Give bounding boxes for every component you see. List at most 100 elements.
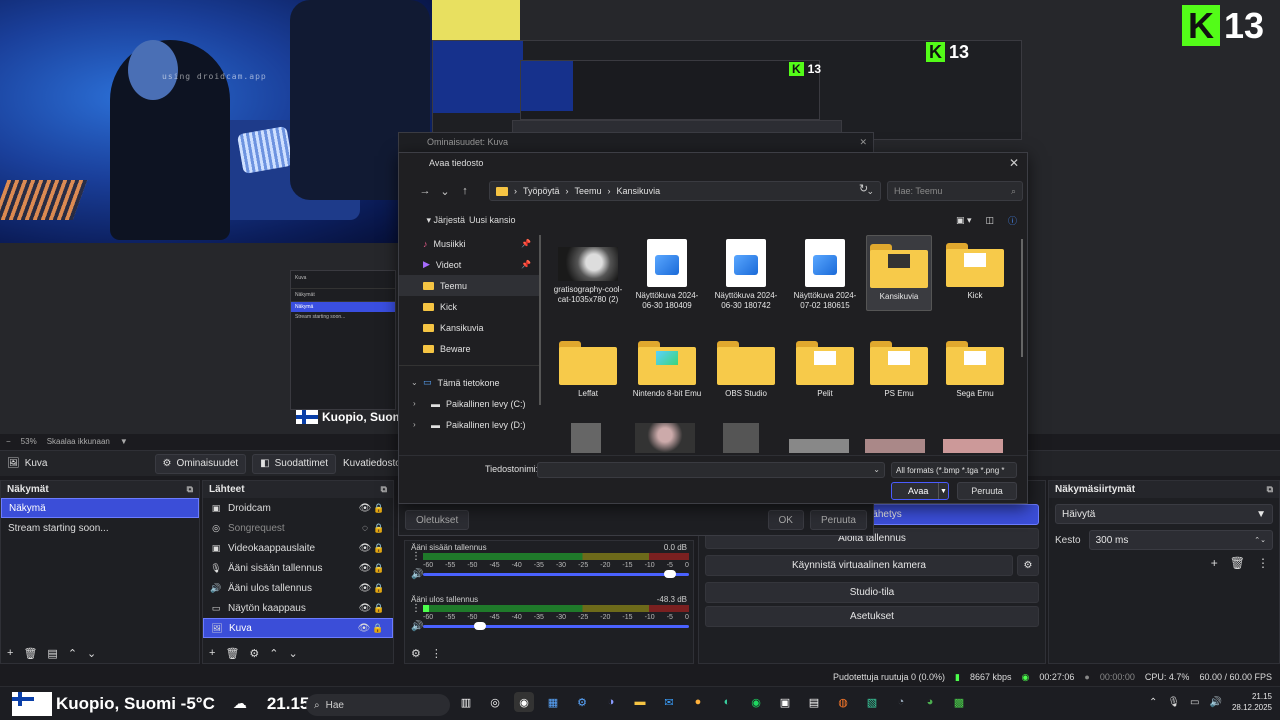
steam-icon[interactable]: ◔ (891, 692, 911, 712)
cancel-button[interactable]: Peruuta (957, 482, 1017, 500)
calculator-icon[interactable]: ▦ (543, 692, 563, 712)
gear-icon[interactable]: ⚙ (411, 647, 421, 660)
more-icon[interactable]: ⋮ (1257, 556, 1269, 570)
file-item[interactable]: Näyttökuva 2024-06-30 180409 (634, 235, 700, 311)
sidebar-item-kansikuvia[interactable]: Kansikuvia (399, 317, 541, 338)
eye-icon[interactable]: 👁 (358, 563, 372, 574)
lock-icon[interactable]: 🔒 (372, 583, 386, 594)
chevron-up-icon[interactable]: ⌃ (269, 647, 278, 660)
chevron-right-icon[interactable]: › (413, 420, 416, 429)
new-folder-button[interactable]: Uusi kansio (469, 215, 516, 225)
undock-icon[interactable]: ⧉ (1267, 484, 1273, 495)
source-item[interactable]: 🖼 Kuva 👁 🔒 (203, 618, 393, 638)
close-icon[interactable]: ✕ (1009, 156, 1019, 170)
chrome-icon[interactable]: ◕ (920, 692, 940, 712)
undock-icon[interactable]: ⧉ (187, 484, 193, 495)
folder-item[interactable]: Leffat (555, 333, 621, 409)
chevron-down-icon[interactable]: ⌄ (435, 185, 455, 198)
trash-icon[interactable]: 🗑 (225, 647, 239, 660)
sidebar-item-this-pc[interactable]: ⌄ ▭ Tämä tietokone (399, 372, 541, 393)
sidebar-item-drive-c[interactable]: › ▬ Paikallinen levy (C:) (399, 393, 541, 414)
edge-icon[interactable]: ◐ (717, 692, 737, 712)
sidebar-item-music[interactable]: ♪ Musiikki 📌 (399, 233, 541, 254)
ok-button[interactable]: OK (767, 510, 804, 530)
app-icon[interactable]: ▩ (949, 692, 969, 712)
chevron-up-icon[interactable]: ⌃ (68, 647, 77, 660)
add-icon[interactable]: + (7, 647, 13, 659)
mic-icon[interactable]: 🎙 (1167, 697, 1180, 708)
view-icon[interactable]: ▣ ▾ (956, 215, 972, 226)
network-icon[interactable]: ▭ (1190, 697, 1199, 708)
file-explorer-icon[interactable]: ▬ (630, 692, 650, 712)
app-icon[interactable]: ▧ (862, 692, 882, 712)
chevron-down-icon[interactable]: ⌄ (411, 378, 418, 387)
file-item[interactable]: Näyttökuva 2024-07-02 180615 (792, 235, 858, 311)
photo-thumbnail[interactable] (865, 439, 925, 453)
sidebar-item-drive-d[interactable]: › ▬ Paikallinen levy (D:) (399, 414, 541, 435)
folder-item[interactable]: OBS Studio (713, 333, 779, 409)
folder-item[interactable]: Sega Emu (942, 333, 1008, 409)
refresh-icon[interactable]: ↻ (859, 182, 868, 195)
sidebar-item-teemu[interactable]: Teemu (399, 275, 541, 296)
app-icon[interactable]: ◎ (485, 692, 505, 712)
chevron-down-icon[interactable]: ⌄ (289, 647, 298, 660)
sidebar-item-kick[interactable]: Kick (399, 296, 541, 317)
chevron-down-icon[interactable]: ▼ (120, 437, 128, 446)
app-icon[interactable]: ▣ (775, 692, 795, 712)
lock-icon[interactable]: 🔒 (371, 623, 385, 634)
weather-widget[interactable]: Kuopio, Suomi -5°C ☁ 21.15 (0, 691, 309, 716)
lock-icon[interactable]: 🔒 (372, 603, 386, 614)
photo-thumbnail[interactable] (943, 439, 1003, 453)
speaker-icon[interactable]: 🔊 (411, 621, 423, 632)
photo-thumbnail[interactable] (723, 423, 759, 453)
eye-icon[interactable]: 👁 (358, 503, 372, 514)
virtual-camera-button[interactable]: Käynnistä virtuaalinen kamera (705, 555, 1013, 576)
chevron-down-icon[interactable]: ⌄ (87, 647, 96, 660)
obs-icon[interactable]: ◉ (514, 692, 534, 712)
filename-input[interactable]: ⌄ (537, 462, 885, 478)
search-input[interactable]: Hae: Teemu ⌕ (887, 181, 1023, 201)
file-type-select[interactable]: All formats (*.bmp *.tga *.png * (891, 462, 1017, 478)
photo-thumbnail[interactable] (789, 439, 849, 453)
chrome-canary-icon[interactable]: ● (688, 692, 708, 712)
more-icon[interactable]: ⋮ (411, 551, 421, 562)
help-icon[interactable]: ⓘ (1008, 214, 1017, 227)
preview-pane-icon[interactable]: ◫ (985, 215, 994, 226)
volume-slider[interactable] (423, 622, 689, 630)
zoom-out-button[interactable]: − (6, 437, 11, 446)
more-icon[interactable]: ⋮ (431, 647, 442, 660)
folder-item[interactable]: Nintendo 8-bit Emu (633, 333, 701, 409)
chevron-down-icon[interactable]: ▼ (938, 483, 948, 499)
app-icon[interactable]: ▤ (804, 692, 824, 712)
folder-item[interactable]: Kick (942, 235, 1008, 311)
scene-item[interactable]: Näkymä (1, 498, 199, 518)
file-item[interactable]: Näyttökuva 2024-06-30 180742 (713, 235, 779, 311)
lock-icon[interactable]: 🔒 (372, 503, 386, 514)
lock-icon[interactable]: 🔒 (372, 523, 386, 534)
source-item[interactable]: ◎ Songrequest ◌ 🔒 (203, 518, 393, 538)
filter-icon[interactable]: ▤ (47, 647, 57, 660)
forward-icon[interactable]: → (415, 185, 435, 197)
eye-icon[interactable]: 👁 (357, 623, 371, 634)
studio-mode-button[interactable]: Studio-tila (705, 582, 1039, 603)
lock-icon[interactable]: 🔒 (372, 543, 386, 554)
add-icon[interactable]: + (209, 647, 215, 659)
more-icon[interactable]: ⋮ (411, 603, 421, 614)
volume-icon[interactable]: 🔊 (1210, 697, 1222, 708)
gear-icon[interactable]: ⚙ (249, 647, 259, 660)
chevron-down-icon[interactable]: ⌄ (873, 465, 880, 474)
source-item[interactable]: 🎙 Ääni sisään tallennus 👁 🔒 (203, 558, 393, 578)
address-bar[interactable]: › Työpöytä › Teemu › Kansikuvia ⌄ (489, 181, 881, 201)
chevron-up-icon[interactable]: ⌃ (1149, 697, 1157, 708)
settings-icon[interactable]: ⚙ (572, 692, 592, 712)
cancel-button[interactable]: Peruuta (809, 510, 867, 530)
volume-slider[interactable] (423, 570, 689, 578)
properties-button[interactable]: ⚙ Ominaisuudet (154, 453, 247, 474)
undock-icon[interactable]: ⧉ (381, 484, 387, 495)
lock-icon[interactable]: 🔒 (372, 563, 386, 574)
speaker-icon[interactable]: 🔊 (411, 569, 423, 580)
firefox-icon[interactable]: ◍ (833, 692, 853, 712)
duration-input[interactable]: 300 ms ⌃⌄ (1088, 530, 1273, 550)
filters-button[interactable]: ◧ Suodattimet (252, 453, 336, 474)
transition-select[interactable]: Häivytä ▼ (1055, 504, 1273, 524)
